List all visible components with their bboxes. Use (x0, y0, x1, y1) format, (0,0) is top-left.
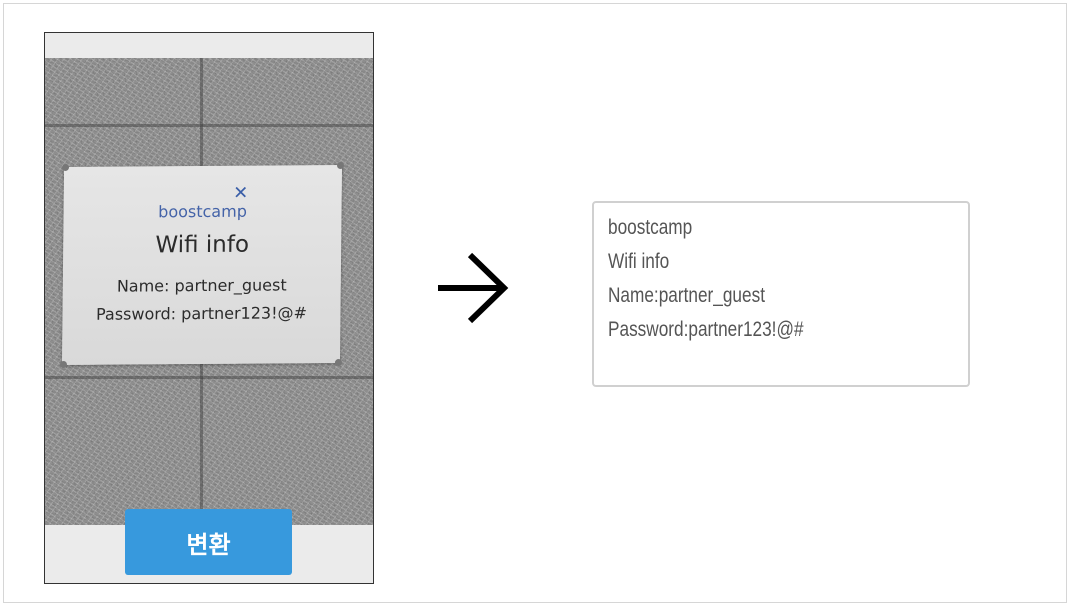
tile-seam (45, 124, 373, 127)
right-arrow-icon (438, 252, 509, 324)
boostcamp-logo-text: boostcamp (158, 201, 248, 222)
result-textbox[interactable]: boostcamp Wifi info Name:partner_guest P… (592, 201, 970, 387)
phone-screen: ✕ boostcamp Wifi info Name: partner_gues… (44, 32, 374, 584)
pin-icon (336, 162, 345, 170)
pin-icon (334, 359, 342, 367)
wifi-sign: ✕ boostcamp Wifi info Name: partner_gues… (59, 162, 345, 368)
sign-password-line: Password: partner123!@# (95, 303, 308, 324)
convert-button[interactable]: 변환 (125, 509, 292, 575)
result-line-password: Password:partner123!@# (608, 318, 804, 341)
sign-title: Wifi info (155, 231, 250, 259)
result-line-name: Name:partner_guest (608, 284, 765, 307)
tile-seam (45, 376, 373, 379)
result-line-logo: boostcamp (608, 216, 693, 239)
pin-icon (59, 360, 68, 368)
result-line-title: Wifi info (608, 250, 670, 273)
canvas-frame: ✕ boostcamp Wifi info Name: partner_gues… (3, 3, 1067, 603)
pin-icon (62, 163, 70, 171)
boostcamp-logo-mark: ✕ (233, 182, 249, 204)
sign-name-line: Name: partner_guest (116, 275, 287, 296)
captured-photo: ✕ boostcamp Wifi info Name: partner_gues… (45, 58, 373, 525)
